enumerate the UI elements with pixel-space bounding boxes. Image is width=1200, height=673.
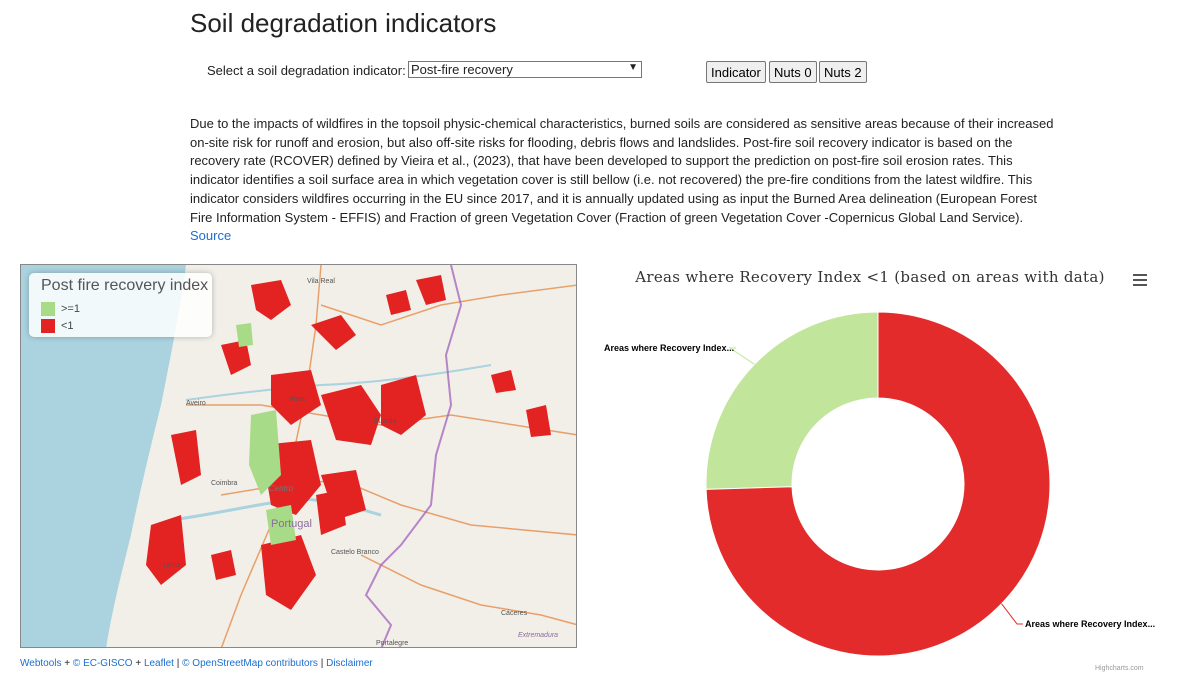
place-leiria: Leiria — [163, 562, 180, 569]
indicator-select[interactable]: Post-fire recovery ▼ — [408, 61, 642, 78]
place-extremadura: Extremadura — [518, 632, 558, 639]
legend-swatch-low — [41, 319, 55, 333]
attr-sep-1: + — [64, 658, 71, 669]
webtools-link[interactable]: Webtools — [20, 658, 62, 669]
indicator-select-label: Select a soil degradation indicator: — [207, 63, 406, 79]
indicator-selector-row: Select a soil degradation indicator: Pos… — [207, 61, 642, 79]
place-aveiro: Aveiro — [186, 400, 206, 407]
indicator-select-value: Post-fire recovery — [411, 62, 513, 77]
disclaimer-link[interactable]: Disclaimer — [326, 658, 373, 669]
leaflet-link[interactable]: Leaflet — [144, 658, 174, 669]
recovery-map[interactable]: Vila Real Aveiro Viseu Guarda Coimbra Ce… — [20, 264, 577, 648]
osm-link[interactable]: © OpenStreetMap contributors — [182, 658, 318, 669]
place-portalegre: Portalegre — [376, 640, 408, 647]
nuts0-button[interactable]: Nuts 0 — [769, 61, 817, 83]
legend-title: Post fire recovery index — [41, 277, 209, 294]
recovery-donut-chart: Areas where Recovery Index <1 (based on … — [590, 258, 1170, 673]
legend-label-high: >=1 — [61, 302, 80, 315]
place-guarda: Guarda — [373, 418, 396, 425]
place-portugal: Portugal — [271, 518, 312, 530]
indicator-description: Due to the impacts of wildfires in the t… — [190, 115, 1058, 246]
place-viseu: Viseu — [289, 396, 306, 403]
attr-sep-4: | — [320, 658, 324, 669]
legend-label-low: <1 — [61, 319, 74, 332]
chevron-down-icon: ▼ — [628, 62, 638, 73]
page-title: Soil degradation indicators — [190, 8, 497, 38]
donut-label-1: Areas where Recovery Index... — [1025, 619, 1155, 629]
attr-sep-2: + — [135, 658, 142, 669]
map-legend: Post fire recovery index >=1 <1 — [29, 273, 212, 337]
place-castelo-branco: Castelo Branco — [331, 549, 379, 556]
donut-svg: Areas where Recovery Index... Areas where… — [604, 311, 1155, 657]
donut-connector-1 — [1001, 603, 1023, 625]
place-vila-real: Vila Real — [307, 278, 335, 285]
donut-slice-0[interactable] — [705, 311, 879, 490]
legend-item-low: <1 — [41, 319, 74, 333]
attr-sep-3: | — [176, 658, 180, 669]
source-link[interactable]: Source — [190, 228, 231, 243]
place-coimbra: Coimbra — [211, 480, 238, 487]
map-attribution: Webtools + © EC-GISCO + Leaflet | © Open… — [20, 658, 373, 669]
highcharts-credit[interactable]: Highcharts.com — [1095, 665, 1144, 672]
ec-gisco-link[interactable]: © EC-GISCO — [73, 658, 133, 669]
place-centro: Centro — [269, 484, 294, 493]
place-caceres: Cáceres — [501, 610, 528, 617]
legend-swatch-high — [41, 302, 55, 316]
donut-label-0: Areas where Recovery Index... — [604, 343, 734, 353]
indicator-button[interactable]: Indicator — [706, 61, 766, 83]
legend-item-high: >=1 — [41, 302, 80, 316]
nuts2-button[interactable]: Nuts 2 — [819, 61, 867, 83]
description-text: Due to the impacts of wildfires in the t… — [190, 116, 1054, 225]
